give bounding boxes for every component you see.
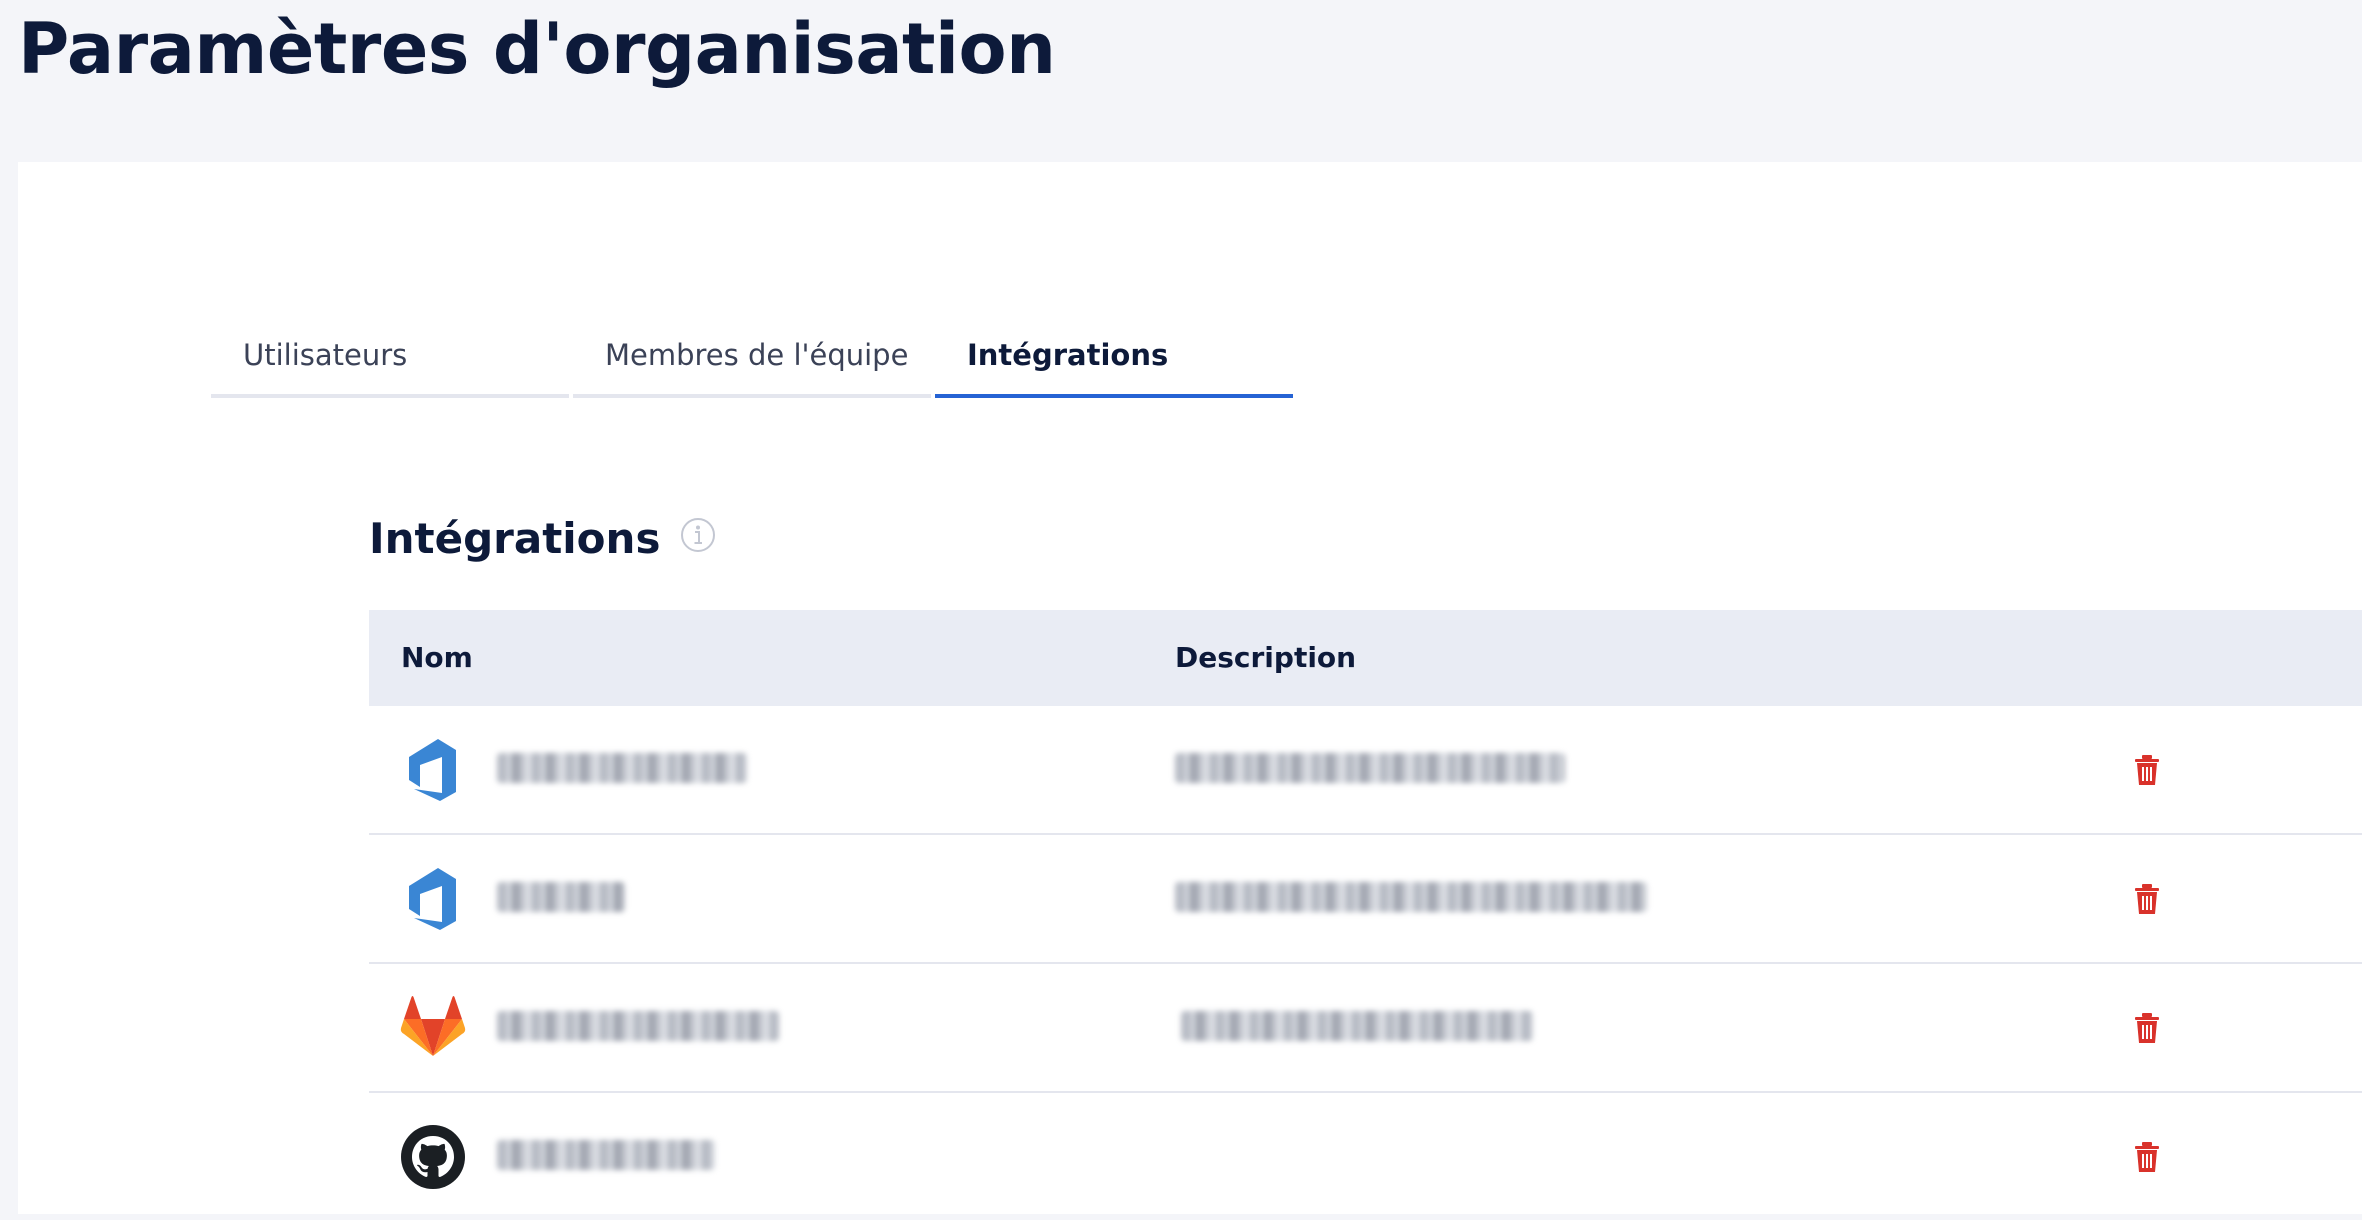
- trash-icon: [2135, 1142, 2159, 1172]
- delete-button[interactable]: [2129, 881, 2165, 917]
- tab-label: Intégrations: [967, 338, 1169, 372]
- tab-underline: [211, 394, 569, 398]
- tab-integrations[interactable]: Intégrations: [935, 322, 1293, 398]
- redacted-description: [1175, 753, 1565, 783]
- table-header: Nom Description: [369, 610, 2362, 706]
- redacted-description: [1175, 882, 1647, 912]
- trash-icon: [2135, 1013, 2159, 1043]
- tab-users[interactable]: Utilisateurs: [211, 322, 569, 398]
- table-row: [369, 1093, 2362, 1220]
- tab-bar: Utilisateurs Membres de l'équipe Intégra…: [211, 322, 1297, 398]
- github-icon: [401, 1125, 465, 1189]
- redacted-description: [1181, 1011, 1533, 1041]
- delete-button[interactable]: [2129, 1010, 2165, 1046]
- delete-button[interactable]: [2129, 752, 2165, 788]
- redacted-name: [497, 882, 625, 912]
- table-row: [369, 964, 2362, 1093]
- table-row: [369, 706, 2362, 835]
- table-row: [369, 835, 2362, 964]
- gitlab-icon: [400, 996, 466, 1056]
- column-header-description: Description: [1175, 641, 1357, 674]
- azure-devops-icon: [409, 739, 456, 801]
- redacted-name: [497, 1011, 779, 1041]
- delete-button[interactable]: [2129, 1139, 2165, 1175]
- page-header: Paramètres d'organisation: [0, 0, 2362, 162]
- tab-label: Membres de l'équipe: [605, 338, 909, 372]
- column-header-name: Nom: [401, 641, 473, 674]
- tab-label: Utilisateurs: [243, 338, 408, 372]
- tab-underline: [573, 394, 931, 398]
- trash-icon: [2135, 884, 2159, 914]
- page-title: Paramètres d'organisation: [18, 8, 1056, 90]
- redacted-name: [497, 753, 747, 783]
- settings-panel: Utilisateurs Membres de l'équipe Intégra…: [18, 162, 2362, 1214]
- tab-team-members[interactable]: Membres de l'équipe: [573, 322, 931, 398]
- info-circle-icon[interactable]: [680, 517, 716, 553]
- tab-underline-active: [935, 394, 1293, 398]
- section-title: Intégrations: [369, 514, 661, 563]
- section-header: Intégrations: [369, 514, 716, 563]
- redacted-name: [497, 1140, 715, 1170]
- integrations-table: Nom Description: [369, 610, 2362, 1220]
- trash-icon: [2135, 755, 2159, 785]
- azure-devops-icon: [409, 868, 456, 930]
